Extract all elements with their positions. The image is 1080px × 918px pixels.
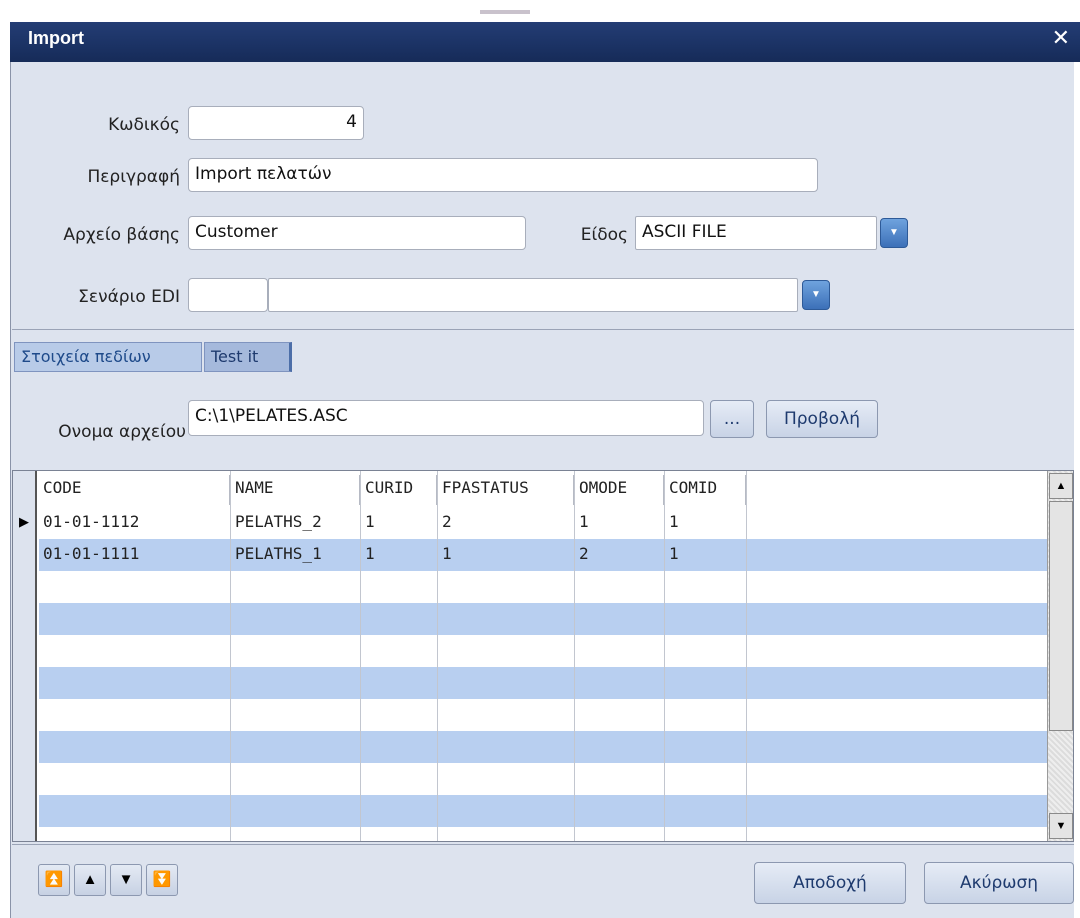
table-row[interactable] <box>39 731 1047 763</box>
cell-curid[interactable]: 1 <box>361 509 437 534</box>
top-mark <box>480 10 530 14</box>
code-field[interactable]: 4 <box>188 106 364 140</box>
scroll-up-icon[interactable]: ▲ <box>1049 473 1073 499</box>
title-bar: Import ✕ <box>10 22 1080 62</box>
cell-name[interactable]: PELATHS_2 <box>231 509 360 534</box>
filename-field[interactable]: C:\1\PELATES.ASC <box>188 400 704 436</box>
browse-button[interactable]: ... <box>710 400 754 438</box>
edi-name-select[interactable] <box>268 278 798 312</box>
grid-divider <box>746 471 747 841</box>
type-label: Είδος <box>580 225 628 245</box>
cancel-button[interactable]: Ακύρωση <box>924 862 1074 904</box>
first-record-icon[interactable]: ⏫ <box>38 864 70 896</box>
table-row[interactable] <box>39 667 1047 699</box>
column-header-curid[interactable]: CURID <box>361 475 437 505</box>
description-field[interactable]: Import πελατών <box>188 158 818 192</box>
accept-button[interactable]: Αποδοχή <box>754 862 906 904</box>
current-row-indicator-icon: ▶ <box>19 514 29 529</box>
edi-dropdown-button[interactable]: ▼ <box>802 280 830 310</box>
scroll-down-icon[interactable]: ▼ <box>1049 813 1073 839</box>
type-dropdown-button[interactable]: ▼ <box>880 218 908 248</box>
cell-comid[interactable]: 1 <box>665 509 746 534</box>
tab-fields[interactable]: Στοιχεία πεδίων <box>14 342 202 372</box>
edi-label: Σενάριο EDI <box>78 287 180 307</box>
view-button[interactable]: Προβολή <box>766 400 878 438</box>
type-select[interactable]: ASCII FILE <box>635 216 877 250</box>
column-header-code[interactable]: CODE <box>39 475 230 505</box>
table-row[interactable] <box>39 603 1047 635</box>
cell-comid[interactable]: 1 <box>665 541 746 566</box>
table-row[interactable] <box>39 635 1047 667</box>
column-header-fpastatus[interactable]: FPASTATUS <box>438 475 574 505</box>
next-record-icon[interactable]: ▼ <box>110 864 142 896</box>
code-label: Κωδικός <box>108 115 180 135</box>
cell-code[interactable]: 01-01-1111 <box>39 541 230 566</box>
scroll-thumb[interactable] <box>1049 501 1073 731</box>
previous-record-icon[interactable]: ▲ <box>74 864 106 896</box>
column-header-omode[interactable]: OMODE <box>575 475 664 505</box>
filename-label: Ονομα αρχείου <box>58 422 186 442</box>
cell-code[interactable]: 01-01-1112 <box>39 509 230 534</box>
close-icon[interactable]: ✕ <box>1052 26 1070 50</box>
cell-omode[interactable]: 1 <box>575 509 664 534</box>
tab-test-it[interactable]: Test it <box>204 342 292 372</box>
cell-fpastatus[interactable]: 1 <box>438 541 574 566</box>
table-row[interactable] <box>39 699 1047 731</box>
cell-name[interactable]: PELATHS_1 <box>231 541 360 566</box>
cell-fpastatus[interactable]: 2 <box>438 509 574 534</box>
table-row[interactable] <box>39 795 1047 827</box>
window-title: Import <box>28 28 84 48</box>
table-row[interactable] <box>39 763 1047 795</box>
edi-code-field[interactable] <box>188 278 268 312</box>
description-label: Περιγραφή <box>87 167 180 187</box>
cell-omode[interactable]: 2 <box>575 541 664 566</box>
column-header-comid[interactable]: COMID <box>665 475 746 505</box>
top-strip <box>0 0 1080 22</box>
vertical-scrollbar[interactable]: ▲ ▼ <box>1047 471 1073 841</box>
cell-curid[interactable]: 1 <box>361 541 437 566</box>
basefile-field[interactable]: Customer <box>188 216 526 250</box>
column-header-name[interactable]: NAME <box>231 475 360 505</box>
table-row[interactable] <box>39 571 1047 603</box>
data-grid: ▶ CODE NAME CURID FPASTATUS OMODE COMID … <box>12 470 1074 842</box>
last-record-icon[interactable]: ⏬ <box>146 864 178 896</box>
row-indicator-column: ▶ <box>13 471 37 841</box>
basefile-label: Αρχείο βάσης <box>63 225 180 245</box>
